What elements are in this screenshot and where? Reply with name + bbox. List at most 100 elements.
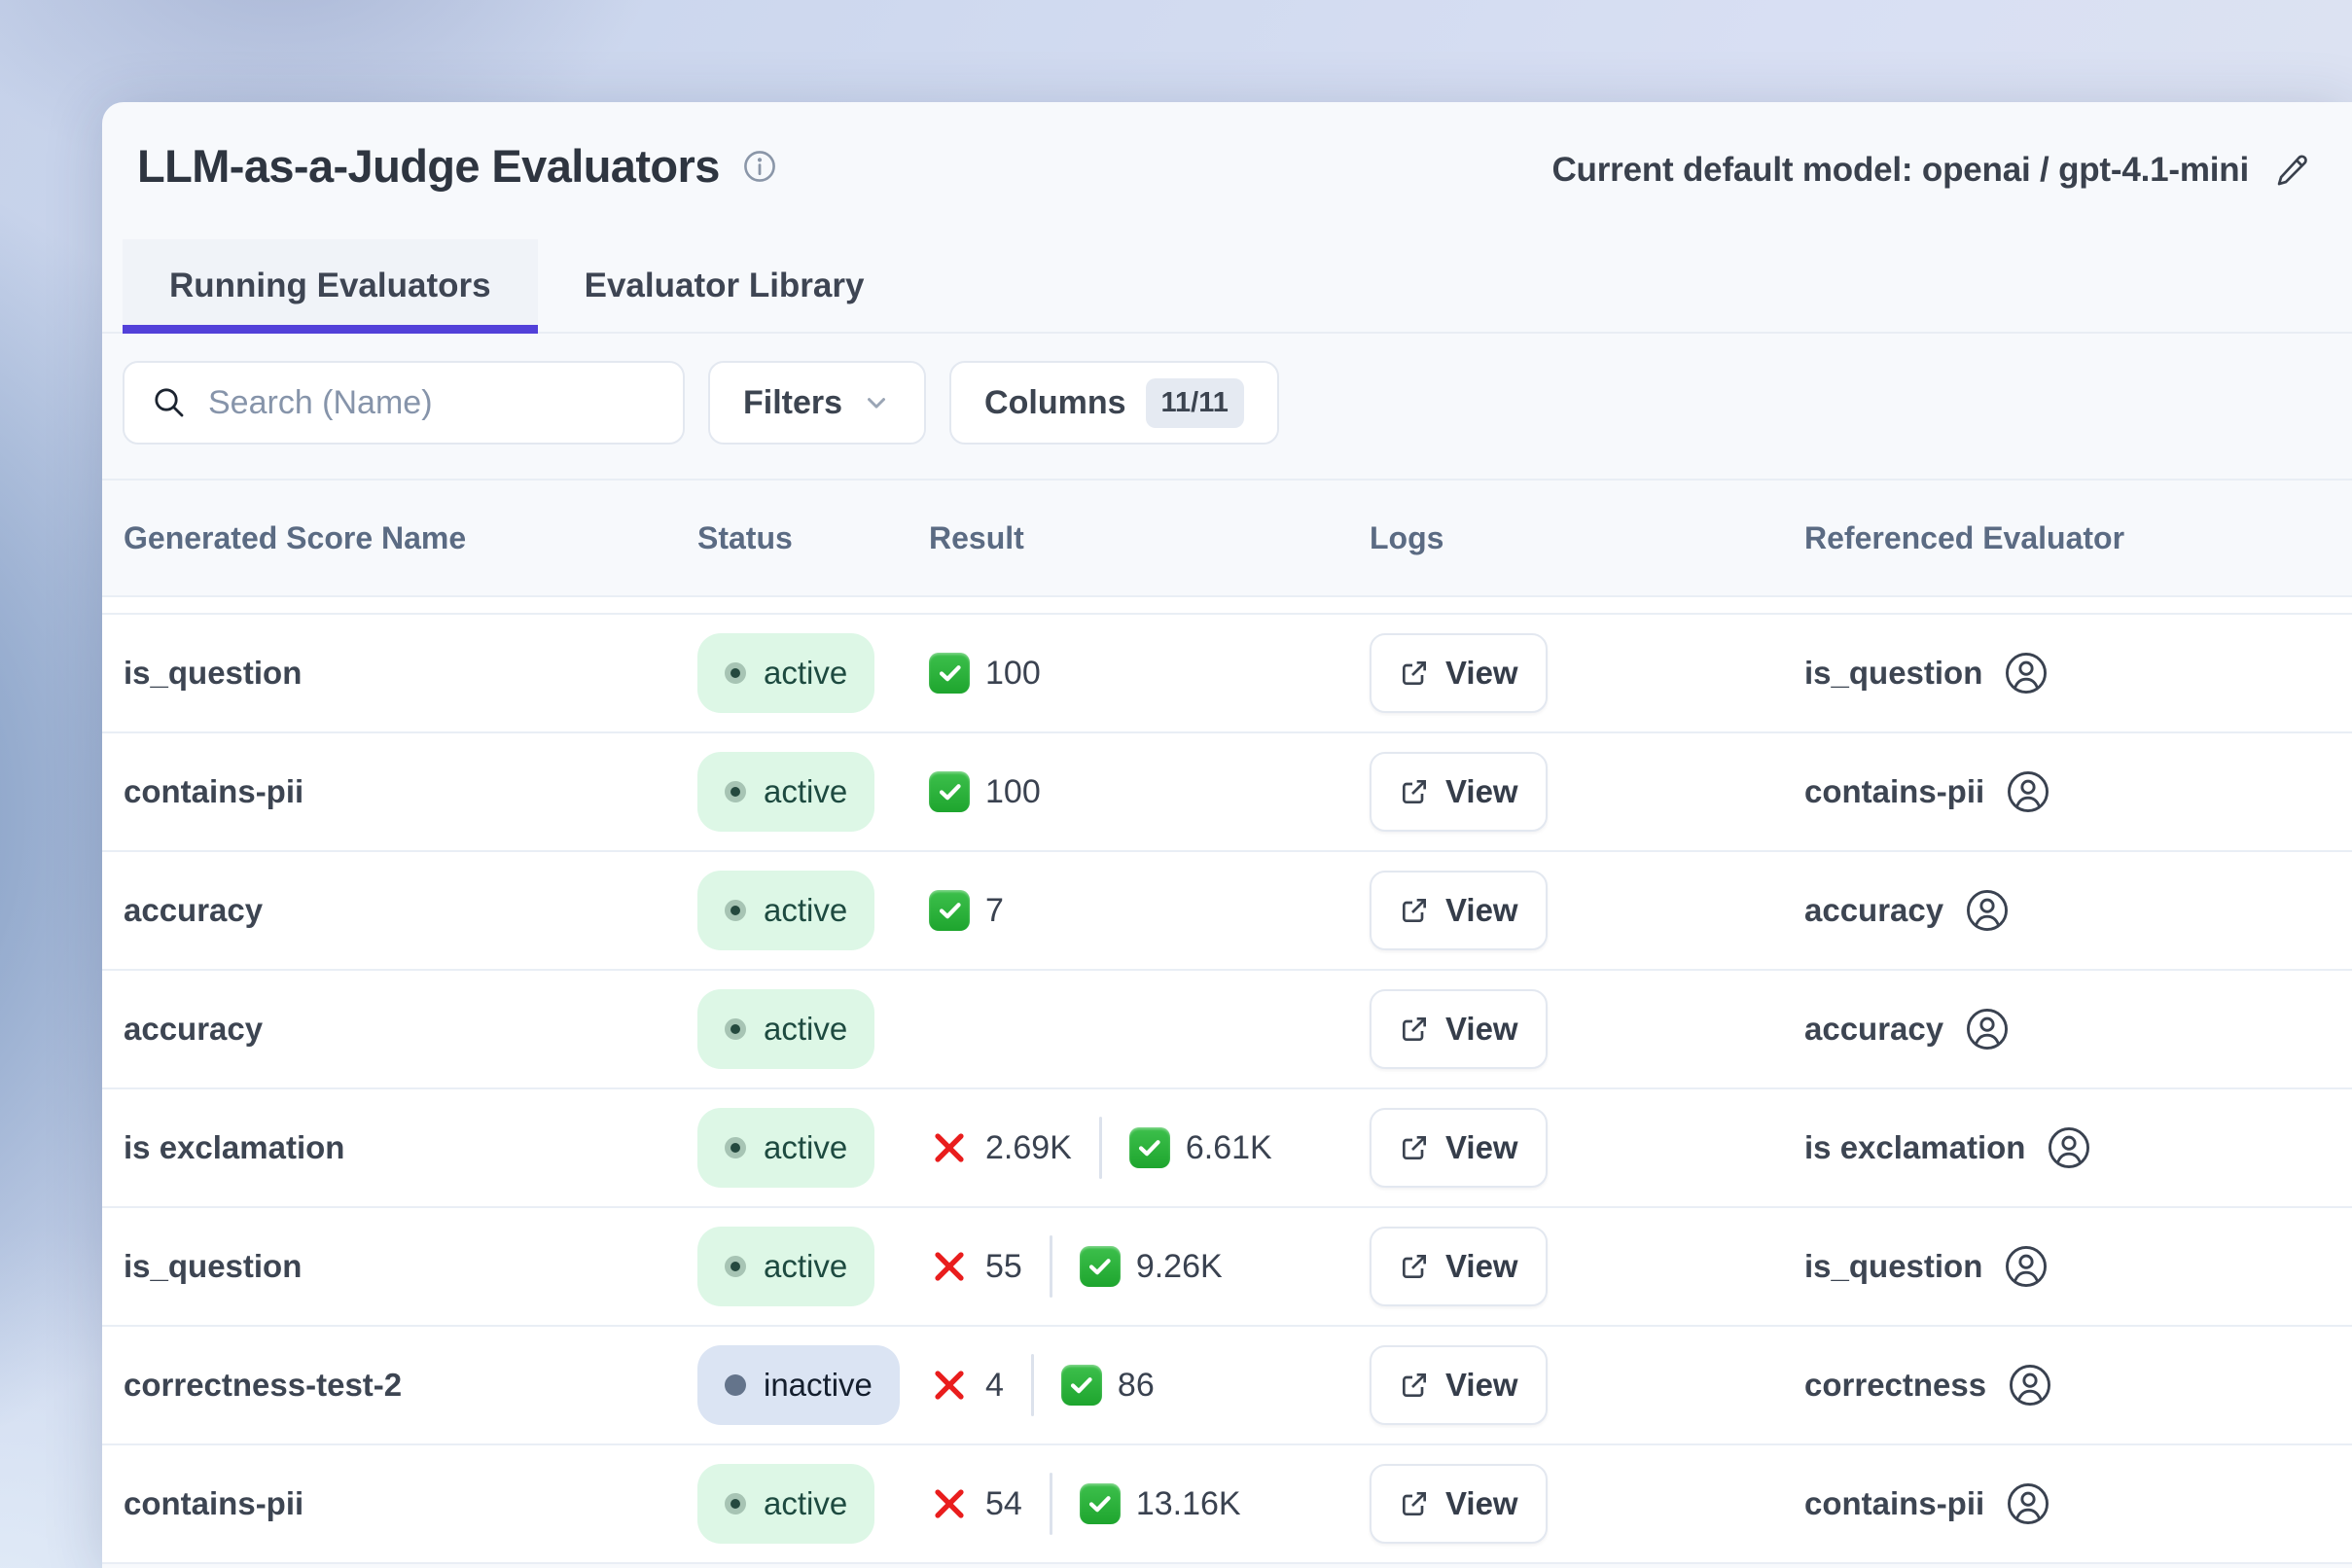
pass-value: 9.26K bbox=[1136, 1248, 1223, 1286]
view-label: View bbox=[1445, 1011, 1518, 1048]
status-label: active bbox=[764, 1248, 847, 1285]
cross-icon bbox=[929, 1483, 970, 1524]
referenced-evaluator-name: is exclamation bbox=[1804, 1129, 2025, 1166]
user-icon bbox=[2004, 651, 2049, 695]
view-logs-button[interactable]: View bbox=[1370, 1227, 1548, 1306]
generated-score-name: is_question bbox=[124, 655, 697, 692]
fail-count: 55 bbox=[929, 1246, 1022, 1287]
referenced-evaluator-cell: correctness bbox=[1804, 1363, 2352, 1408]
pass-count: 100 bbox=[929, 771, 1041, 812]
user-icon bbox=[2006, 769, 2050, 814]
status-badge: active bbox=[697, 1108, 874, 1188]
result-cell: 55 9.26K bbox=[929, 1235, 1370, 1298]
referenced-evaluator-cell: accuracy bbox=[1804, 1007, 2352, 1051]
view-label: View bbox=[1445, 892, 1518, 929]
view-label: View bbox=[1445, 1248, 1518, 1285]
external-link-icon bbox=[1399, 1014, 1430, 1045]
tab-evaluator-library[interactable]: Evaluator Library bbox=[538, 239, 911, 332]
user-icon bbox=[2047, 1125, 2091, 1170]
pass-count: 13.16K bbox=[1080, 1483, 1241, 1524]
referenced-evaluator-name: is_question bbox=[1804, 1248, 1982, 1285]
title-wrap: LLM-as-a-Judge Evaluators bbox=[137, 139, 776, 193]
user-icon bbox=[1965, 1007, 2010, 1051]
generated-score-name: is_question bbox=[124, 1248, 697, 1285]
columns-label: Columns bbox=[984, 384, 1125, 422]
pass-value: 100 bbox=[985, 773, 1041, 811]
cross-icon bbox=[929, 1127, 970, 1168]
referenced-evaluator-name: correctness bbox=[1804, 1367, 1986, 1404]
columns-button[interactable]: Columns 11/11 bbox=[949, 361, 1279, 445]
status-dot-icon bbox=[725, 900, 746, 921]
col-result: Result bbox=[929, 520, 1370, 556]
pass-value: 7 bbox=[985, 892, 1004, 930]
view-logs-button[interactable]: View bbox=[1370, 1345, 1548, 1425]
status-label: active bbox=[764, 655, 847, 692]
pencil-icon bbox=[2274, 152, 2311, 189]
referenced-evaluator-cell: contains-pii bbox=[1804, 769, 2352, 814]
status-badge: active bbox=[697, 1227, 874, 1306]
status-dot-icon bbox=[725, 1493, 746, 1515]
panel-header: LLM-as-a-Judge Evaluators Current defaul… bbox=[102, 102, 2352, 193]
view-logs-button[interactable]: View bbox=[1370, 871, 1548, 950]
view-logs-button[interactable]: View bbox=[1370, 989, 1548, 1069]
col-logs: Logs bbox=[1370, 520, 1804, 556]
external-link-icon bbox=[1399, 776, 1430, 807]
pass-count: 86 bbox=[1061, 1365, 1155, 1406]
tab-running-evaluators[interactable]: Running Evaluators bbox=[123, 239, 538, 332]
generated-score-name: contains-pii bbox=[124, 773, 697, 810]
table-row: accuracy active 7 View accuracy bbox=[102, 852, 2352, 971]
fail-count: 54 bbox=[929, 1483, 1022, 1524]
col-generated-score-name: Generated Score Name bbox=[124, 520, 697, 556]
referenced-evaluator-cell: is_question bbox=[1804, 1244, 2352, 1289]
status-dot-icon bbox=[725, 1137, 746, 1158]
info-icon[interactable] bbox=[743, 150, 776, 183]
pass-value: 6.61K bbox=[1186, 1129, 1272, 1167]
pass-count: 7 bbox=[929, 890, 1004, 931]
generated-score-name: accuracy bbox=[124, 1011, 697, 1048]
status-dot-icon bbox=[725, 781, 746, 802]
fail-count: 4 bbox=[929, 1365, 1004, 1406]
view-logs-button[interactable]: View bbox=[1370, 1464, 1548, 1544]
external-link-icon bbox=[1399, 658, 1430, 689]
search-input[interactable] bbox=[208, 384, 656, 422]
status-dot-icon bbox=[725, 1018, 746, 1040]
referenced-evaluator-name: accuracy bbox=[1804, 892, 1943, 929]
fail-value: 4 bbox=[985, 1367, 1004, 1405]
view-logs-button[interactable]: View bbox=[1370, 1108, 1548, 1188]
table-row: correctness-test-2 inactive 4 86 View co… bbox=[102, 1327, 2352, 1445]
status-dot-icon bbox=[725, 662, 746, 684]
status-label: active bbox=[764, 1129, 847, 1166]
view-logs-button[interactable]: View bbox=[1370, 752, 1548, 832]
search-icon bbox=[152, 385, 187, 420]
check-icon bbox=[1080, 1483, 1121, 1524]
fail-value: 2.69K bbox=[985, 1129, 1072, 1167]
referenced-evaluator-cell: is_question bbox=[1804, 651, 2352, 695]
generated-score-name: accuracy bbox=[124, 892, 697, 929]
default-model-wrap: Current default model: openai / gpt-4.1-… bbox=[1551, 151, 2311, 190]
view-label: View bbox=[1445, 1129, 1518, 1166]
external-link-icon bbox=[1399, 895, 1430, 926]
view-logs-button[interactable]: View bbox=[1370, 633, 1548, 713]
default-model-label: Current default model: openai / gpt-4.1-… bbox=[1551, 151, 2249, 190]
partially-scrolled-row bbox=[102, 597, 2352, 615]
check-icon bbox=[929, 890, 970, 931]
page-title: LLM-as-a-Judge Evaluators bbox=[137, 139, 720, 193]
search-box[interactable] bbox=[123, 361, 685, 445]
check-icon bbox=[1129, 1127, 1170, 1168]
desktop-background: LLM-as-a-Judge Evaluators Current defaul… bbox=[0, 0, 2352, 1568]
external-link-icon bbox=[1399, 1132, 1430, 1163]
fail-value: 55 bbox=[985, 1248, 1022, 1286]
cross-icon bbox=[929, 1246, 970, 1287]
filters-button[interactable]: Filters bbox=[708, 361, 926, 445]
status-badge: active bbox=[697, 752, 874, 832]
status-label: inactive bbox=[764, 1367, 873, 1404]
fail-count: 2.69K bbox=[929, 1127, 1072, 1168]
edit-model-button[interactable] bbox=[2274, 152, 2311, 189]
view-label: View bbox=[1445, 1367, 1518, 1404]
referenced-evaluator-name: accuracy bbox=[1804, 1011, 1943, 1048]
check-icon bbox=[1080, 1246, 1121, 1287]
pass-value: 86 bbox=[1118, 1367, 1155, 1405]
table-row: accuracy active View accuracy bbox=[102, 971, 2352, 1089]
generated-score-name: correctness-test-2 bbox=[124, 1367, 697, 1404]
pass-count: 9.26K bbox=[1080, 1246, 1223, 1287]
